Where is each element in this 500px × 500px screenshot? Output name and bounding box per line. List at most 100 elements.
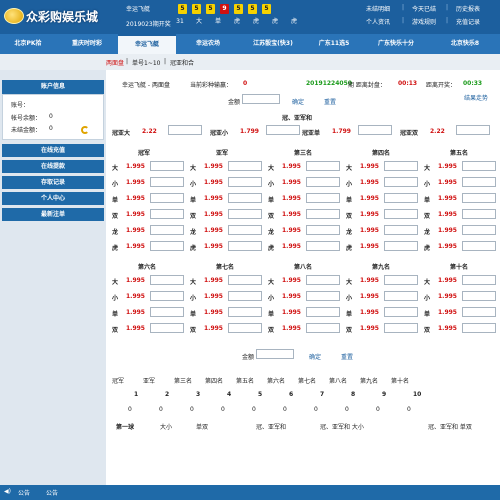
bet-amount-input[interactable] (462, 241, 496, 251)
sidebar-button[interactable]: 存取记录 (2, 176, 104, 189)
bet-amount-input[interactable] (306, 275, 340, 285)
bet-amount-input[interactable] (384, 307, 418, 317)
header-link[interactable]: 充值记录 (456, 17, 480, 26)
nav-tab[interactable]: 广东快乐十分 (362, 34, 430, 54)
bet-amount-input[interactable] (306, 225, 340, 235)
bet-amount-input[interactable] (306, 193, 340, 203)
bet-amount-input[interactable] (150, 161, 184, 171)
bet-amount-input[interactable] (228, 307, 262, 317)
nav-tab[interactable]: 幸运农场 (176, 34, 240, 54)
amount-input-top[interactable] (242, 94, 280, 104)
nav-tab[interactable]: 幸运飞艇 (118, 34, 176, 54)
stats-tab[interactable]: 单双 (196, 422, 208, 431)
sidebar-button[interactable]: 在线充值 (2, 144, 104, 157)
header-link-divider: | (446, 4, 449, 11)
subnav-item[interactable]: 两面盘 (106, 58, 124, 67)
bet-type-label: 单 (346, 197, 353, 204)
bet-amount-input[interactable] (462, 177, 496, 187)
bet-amount-input[interactable] (462, 323, 496, 333)
bet-amount-input[interactable] (150, 241, 184, 251)
bet-amount-input[interactable] (462, 307, 496, 317)
bet-amount-input[interactable] (228, 193, 262, 203)
bet-amount-input[interactable] (306, 209, 340, 219)
nav-tab[interactable]: 江苏骰宝(快3) (240, 34, 306, 54)
amount-input-bottom[interactable] (256, 349, 294, 359)
header-link[interactable]: 未结明细 (366, 4, 390, 13)
brand-logo[interactable]: 众彩购娱乐城 (4, 6, 106, 28)
bet-amount-input[interactable] (462, 225, 496, 235)
bet-odds: 1.995 (360, 163, 379, 170)
bet-amount-input[interactable] (228, 161, 262, 171)
reset-button-bottom[interactable]: 重置 (341, 352, 353, 361)
sum-bet-input[interactable] (456, 125, 490, 135)
nav-tab[interactable]: 北京PK拾 (0, 34, 56, 54)
draw-result-cell: 虎 (290, 18, 297, 25)
sidebar-button[interactable]: 在线提款 (2, 160, 104, 173)
header-link[interactable]: 个人资讯 (366, 17, 390, 26)
bet-amount-input[interactable] (306, 161, 340, 171)
sum-bet-input[interactable] (358, 125, 392, 135)
bet-amount-input[interactable] (384, 241, 418, 251)
bet-amount-input[interactable] (228, 291, 262, 301)
bet-type-label: 小 (424, 295, 431, 302)
bet-amount-input[interactable] (384, 193, 418, 203)
stats-tab[interactable]: 大小 (160, 422, 172, 431)
bet-type-label: 双 (268, 213, 275, 220)
bet-amount-input[interactable] (384, 209, 418, 219)
bet-amount-input[interactable] (306, 291, 340, 301)
bet-amount-input[interactable] (150, 323, 184, 333)
header-link[interactable]: 历史报表 (456, 4, 480, 13)
stats-tab[interactable]: 第一球 (116, 422, 134, 431)
bet-amount-input[interactable] (384, 177, 418, 187)
bet-amount-input[interactable] (150, 177, 184, 187)
nav-tab[interactable]: 重庆时时彩 (56, 34, 118, 54)
bet-amount-input[interactable] (228, 209, 262, 219)
stats-tab[interactable]: 冠、亚军和 单双 (428, 422, 472, 431)
bet-type-label: 单 (190, 197, 197, 204)
bet-amount-input[interactable] (150, 275, 184, 285)
subnav-item[interactable]: 冠亚和合 (170, 58, 194, 67)
bet-amount-input[interactable] (228, 275, 262, 285)
bet-amount-input[interactable] (384, 291, 418, 301)
sidebar-button[interactable]: 最新注单 (2, 208, 104, 221)
bet-amount-input[interactable] (228, 225, 262, 235)
bet-amount-input[interactable] (150, 291, 184, 301)
bet-amount-input[interactable] (228, 323, 262, 333)
bet-amount-input[interactable] (150, 225, 184, 235)
bet-amount-input[interactable] (462, 209, 496, 219)
refresh-icon[interactable] (81, 126, 89, 134)
bet-amount-input[interactable] (306, 323, 340, 333)
bet-amount-input[interactable] (384, 225, 418, 235)
nav-tab[interactable]: 北京快乐8 (430, 34, 500, 54)
stats-tab[interactable]: 冠、亚军和 (256, 422, 286, 431)
bet-amount-input[interactable] (384, 161, 418, 171)
bet-amount-input[interactable] (462, 193, 496, 203)
notice-text[interactable]: 公告 (46, 488, 58, 497)
sum-bet-input[interactable] (168, 125, 202, 135)
subnav-item[interactable]: 单号1~10 (132, 58, 160, 67)
sidebar-button[interactable]: 个人中心 (2, 192, 104, 205)
bet-amount-input[interactable] (228, 241, 262, 251)
bet-amount-input[interactable] (150, 307, 184, 317)
bet-amount-input[interactable] (228, 177, 262, 187)
bet-amount-input[interactable] (306, 241, 340, 251)
bet-amount-input[interactable] (306, 307, 340, 317)
result-trend-link[interactable]: 结果走势 (464, 93, 488, 102)
bet-amount-input[interactable] (384, 275, 418, 285)
reset-button-top[interactable]: 重置 (324, 97, 336, 106)
bet-amount-input[interactable] (462, 275, 496, 285)
bet-amount-input[interactable] (462, 291, 496, 301)
header-link[interactable]: 游戏规则 (412, 17, 436, 26)
nav-tab[interactable]: 广东11选5 (306, 34, 362, 54)
header-link[interactable]: 今天已结 (412, 4, 436, 13)
bet-amount-input[interactable] (150, 209, 184, 219)
confirm-button-bottom[interactable]: 确定 (309, 352, 321, 361)
bet-amount-input[interactable] (384, 323, 418, 333)
sum-bet-input[interactable] (266, 125, 300, 135)
bet-amount-input[interactable] (306, 177, 340, 187)
bet-odds: 1.995 (438, 243, 457, 250)
bet-amount-input[interactable] (462, 161, 496, 171)
stats-tab[interactable]: 冠、亚军和 大小 (320, 422, 364, 431)
bet-amount-input[interactable] (150, 193, 184, 203)
confirm-button-top[interactable]: 确定 (292, 97, 304, 106)
